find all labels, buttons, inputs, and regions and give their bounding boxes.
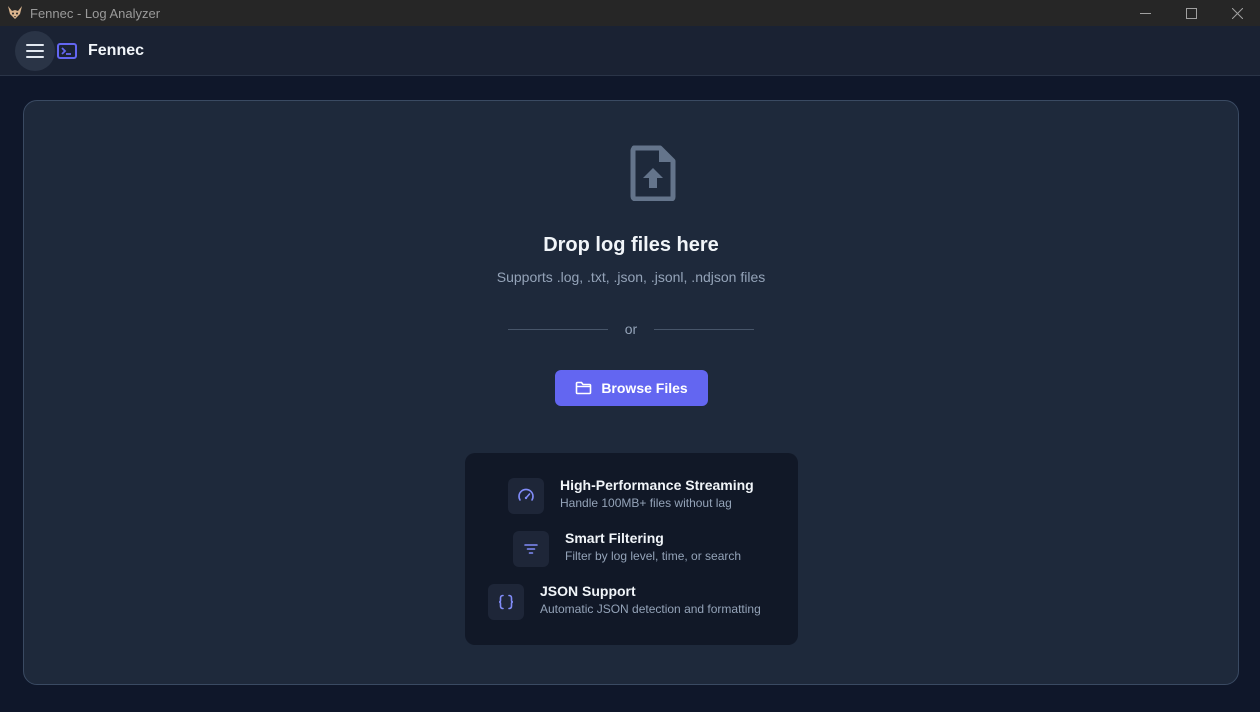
- feature-description: Handle 100MB+ files without lag: [560, 496, 732, 510]
- close-icon: [1231, 7, 1243, 19]
- drop-title: Drop log files here: [543, 234, 719, 256]
- window-title: Fennec - Log Analyzer: [30, 5, 161, 21]
- minimize-icon: [1139, 12, 1151, 14]
- folder-icon: [575, 381, 592, 395]
- drop-subtitle: Supports .log, .txt, .json, .jsonl, .ndj…: [496, 269, 766, 285]
- maximize-icon: [1185, 7, 1197, 19]
- divider-text: or: [624, 321, 638, 337]
- feature-title: Smart Filtering: [565, 530, 664, 546]
- divider-line: [508, 328, 608, 330]
- divider-line: [653, 328, 754, 330]
- feature-filtering: Smart Filtering Filter by log level, tim…: [513, 529, 741, 567]
- brand-name: Fennec: [88, 41, 145, 59]
- close-button[interactable]: [1214, 0, 1260, 26]
- file-upload-icon: [630, 145, 676, 201]
- speedometer-icon: [508, 478, 544, 514]
- terminal-icon: [57, 42, 77, 59]
- browse-files-button[interactable]: Browse Files: [555, 370, 708, 406]
- app-header: Fennec: [0, 26, 1260, 76]
- or-divider: or: [508, 319, 754, 339]
- feature-description: Filter by log level, time, or search: [565, 549, 742, 563]
- feature-title: High-Performance Streaming: [560, 477, 754, 493]
- maximize-button[interactable]: [1168, 0, 1214, 26]
- feature-description: Automatic JSON detection and formatting: [540, 602, 761, 616]
- minimize-button[interactable]: [1122, 0, 1168, 26]
- bottom-strip: [0, 708, 1260, 712]
- fennec-logo-icon: [7, 5, 23, 21]
- braces-icon: [488, 584, 524, 620]
- menu-button[interactable]: [15, 30, 55, 71]
- feature-json: JSON Support Automatic JSON detection an…: [488, 582, 761, 620]
- feature-streaming: High-Performance Streaming Handle 100MB+…: [508, 476, 754, 514]
- window-titlebar: Fennec - Log Analyzer: [0, 0, 1260, 26]
- features-card: High-Performance Streaming Handle 100MB+…: [465, 453, 798, 645]
- filter-icon: [513, 531, 549, 567]
- feature-title: JSON Support: [540, 583, 636, 599]
- hamburger-menu-icon: [26, 43, 44, 58]
- window-controls: [1122, 0, 1260, 26]
- file-drop-zone[interactable]: Drop log files here Supports .log, .txt,…: [23, 100, 1239, 685]
- browse-files-label: Browse Files: [601, 380, 688, 396]
